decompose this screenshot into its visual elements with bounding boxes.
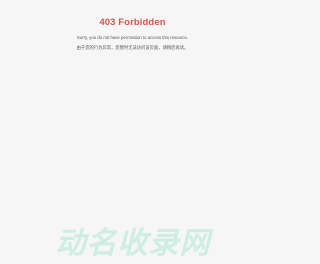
- watermark-text: 动名收录网: [55, 226, 213, 260]
- watermark-graphic: 动名收录网: [55, 226, 213, 260]
- error-message-english: Sorry, you do not have permission to acc…: [76, 35, 189, 40]
- error-title: 403 Forbidden: [99, 17, 166, 28]
- error-message-chinese: 由于您的行为异常，您暂时无法访问该页面，请稍后再试。: [76, 45, 189, 50]
- site-watermark-logo: 动名收录网: [0, 226, 265, 260]
